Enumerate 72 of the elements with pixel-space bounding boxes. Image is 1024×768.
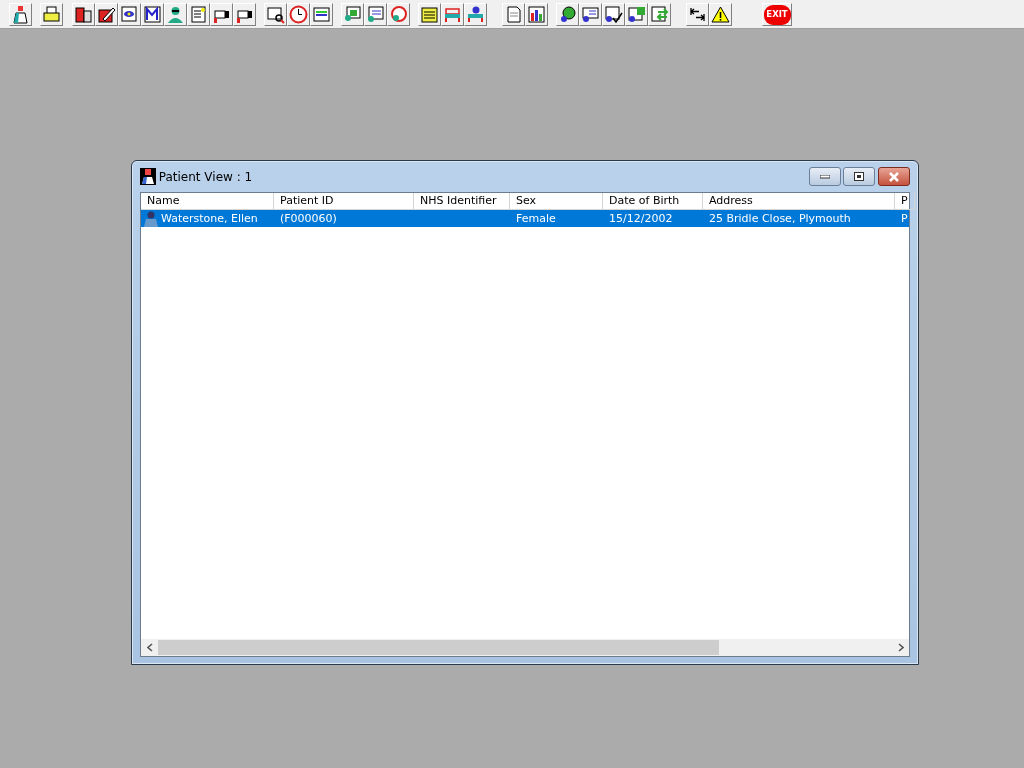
table-row[interactable]: Waterstone, Ellen (F000060) Female 15/12/2002 25 Bridle Close, Plymouth P [141, 210, 909, 227]
warning-button[interactable] [709, 3, 732, 26]
close-button[interactable] [878, 167, 910, 186]
table-cell-text: 25 Bridle Close, Plymouth [709, 211, 851, 227]
bed-button[interactable] [441, 3, 464, 26]
form-arrows-icon [650, 5, 669, 24]
minimize-icon [819, 174, 830, 179]
table-cell-text: 15/12/2002 [609, 211, 673, 227]
printer-icon [42, 5, 61, 24]
no-entry-person-button[interactable] [387, 3, 410, 26]
horizontal-scrollbar[interactable] [141, 639, 909, 656]
scroll-thumb[interactable] [158, 640, 719, 655]
form-check-icon [604, 5, 623, 24]
person-icon [143, 210, 159, 227]
bar-chart-button[interactable] [525, 3, 548, 26]
person-button[interactable] [9, 3, 32, 26]
person-icon [11, 5, 30, 24]
patient-icon [140, 168, 156, 185]
table-cell-text: (F000060) [280, 211, 337, 227]
window-title: Patient View : 1 [158, 168, 253, 186]
no-entry-person-icon [389, 5, 408, 24]
monitor-icon [312, 5, 331, 24]
notepad-icon [189, 5, 208, 24]
card-person-button[interactable] [579, 3, 602, 26]
scroll-right-icon[interactable] [897, 643, 904, 652]
maximize-button[interactable] [843, 167, 876, 186]
form-grid-icon [627, 5, 646, 24]
printer-button[interactable] [40, 3, 63, 26]
table-cell-text: Female [516, 211, 556, 227]
person-icon [166, 5, 185, 24]
notepad-button[interactable] [418, 3, 441, 26]
table-cell-text: P [901, 211, 908, 227]
magnifier-icon [266, 5, 285, 24]
card-person-icon [581, 5, 600, 24]
warning-icon [711, 5, 730, 24]
notebook-pencil-icon [97, 5, 116, 24]
bed-person-icon [466, 5, 485, 24]
form-arrows-button[interactable] [648, 3, 671, 26]
swap-arrows-icon [688, 5, 707, 24]
globe-person-icon [558, 5, 577, 24]
notepad-icon [420, 5, 439, 24]
bed-person-button[interactable] [464, 3, 487, 26]
bed-icon [443, 5, 462, 24]
document-eye-icon [120, 5, 139, 24]
magnifier-button[interactable] [264, 3, 287, 26]
notebook-pencil-button[interactable] [95, 3, 118, 26]
clock-button[interactable] [287, 3, 310, 26]
book-icon [74, 5, 93, 24]
table-cell-text: Waterstone, Ellen [161, 211, 258, 227]
bar-chart-icon [527, 5, 546, 24]
screen-person-icon [343, 5, 362, 24]
letter-m-button[interactable] [141, 3, 164, 26]
notepad-button[interactable] [187, 3, 210, 26]
book-button[interactable] [72, 3, 95, 26]
monitor-button[interactable] [310, 3, 333, 26]
letter-m-icon [143, 5, 162, 24]
form-person-button[interactable] [364, 3, 387, 26]
form-person-icon [366, 5, 385, 24]
maximize-icon [854, 172, 865, 181]
exit-button[interactable]: EXIT [762, 3, 792, 26]
globe-person-button[interactable] [556, 3, 579, 26]
clock-icon [289, 5, 308, 24]
document-button[interactable] [502, 3, 525, 26]
document-eye-button[interactable] [118, 3, 141, 26]
scroll-left-icon[interactable] [146, 643, 153, 652]
person-button[interactable] [164, 3, 187, 26]
screen-person-button[interactable] [341, 3, 364, 26]
swap-arrows-button[interactable] [686, 3, 709, 26]
form-check-button[interactable] [602, 3, 625, 26]
close-icon [888, 171, 900, 182]
form-grid-button[interactable] [625, 3, 648, 26]
document-icon [504, 5, 523, 24]
